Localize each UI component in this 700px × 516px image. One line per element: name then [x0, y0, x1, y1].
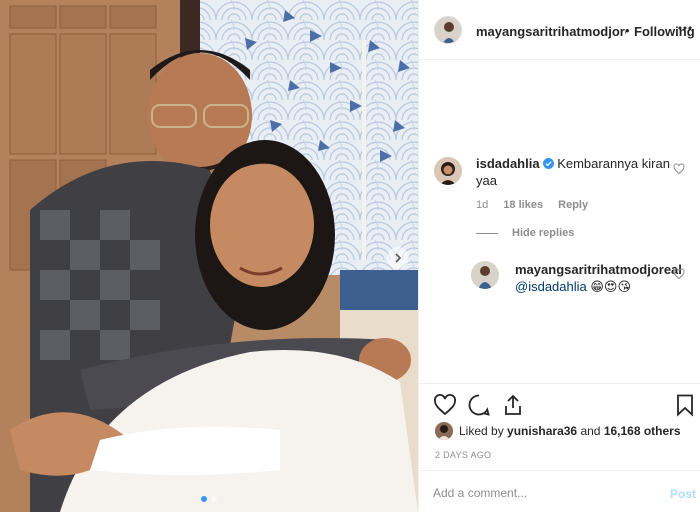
bookmark-icon[interactable]	[673, 393, 697, 417]
avatar-image	[471, 261, 499, 289]
reply-item: mayangsaritrihatmodjoreal @isdadahlia 😁😍…	[515, 261, 682, 295]
reply-like-heart-icon[interactable]	[673, 268, 685, 280]
chevron-right-icon	[395, 253, 402, 263]
carousel-next-button[interactable]	[387, 247, 409, 269]
hide-replies-line	[476, 232, 498, 234]
ellipsis-icon[interactable]	[677, 20, 693, 36]
share-icon[interactable]	[501, 393, 525, 417]
post-header: mayangsaritrihatmodjoreal • Following	[419, 0, 700, 60]
comments-list[interactable]: isdadahlia Kembarannya kiran yaa 1d 18 l…	[419, 61, 700, 383]
reply-username[interactable]: mayangsaritrihatmodjoreal	[515, 261, 682, 278]
post-actions: Liked by yunishara36 and 16,168 others 2…	[419, 383, 700, 515]
liked-by-prefix: Liked by	[459, 424, 504, 438]
comment-username[interactable]: isdadahlia	[476, 156, 540, 171]
header-separator: •	[625, 23, 630, 38]
avatar-image	[435, 422, 453, 440]
author-username[interactable]: mayangsaritrihatmodjoreal	[476, 24, 626, 39]
avatar-image	[435, 17, 461, 43]
post-side-panel: mayangsaritrihatmodjoreal • Following is…	[418, 0, 700, 512]
add-comment-bar: Post	[419, 470, 700, 516]
photo-illustration	[0, 0, 418, 512]
post-timestamp[interactable]: 2 DAYS AGO	[435, 450, 491, 460]
reply-avatar[interactable]	[471, 261, 499, 289]
comment-input[interactable]	[433, 482, 653, 504]
comment-item: isdadahlia Kembarannya kiran yaa	[476, 155, 671, 189]
hide-replies-label: Hide replies	[512, 227, 575, 239]
reply-mention[interactable]: @isdadahlia	[515, 279, 587, 294]
commenter-avatar[interactable]	[434, 157, 462, 185]
comment-likes-count[interactable]: 18 likes	[503, 199, 543, 211]
comment-age: 1d	[476, 199, 489, 211]
carousel-indicator	[0, 496, 418, 502]
liker-username[interactable]: yunishara36	[507, 424, 577, 438]
reply-button[interactable]: Reply	[558, 199, 588, 211]
reply-emoji: 😁😍😘	[590, 279, 632, 294]
hide-replies-button[interactable]: Hide replies	[476, 227, 574, 239]
post-photo[interactable]	[0, 0, 418, 512]
post-comment-button[interactable]: Post	[670, 487, 696, 501]
liked-by-conjunction: and	[580, 424, 601, 438]
comment-like-heart-icon[interactable]	[673, 163, 685, 175]
likes-others-count[interactable]: 16,168 others	[604, 424, 681, 438]
likes-summary: Liked by yunishara36 and 16,168 others	[435, 422, 681, 440]
carousel-dot	[211, 496, 217, 502]
carousel-dot	[201, 496, 207, 502]
avatar-image	[434, 157, 462, 185]
author-avatar[interactable]	[434, 16, 462, 44]
heart-icon[interactable]	[433, 393, 457, 417]
comment-meta: 1d 18 likes Reply	[476, 199, 600, 211]
verified-badge-icon	[542, 158, 554, 169]
liker-avatar[interactable]	[435, 422, 453, 440]
comment-icon[interactable]	[467, 393, 491, 417]
instagram-post: mayangsaritrihatmodjoreal • Following is…	[0, 0, 700, 512]
